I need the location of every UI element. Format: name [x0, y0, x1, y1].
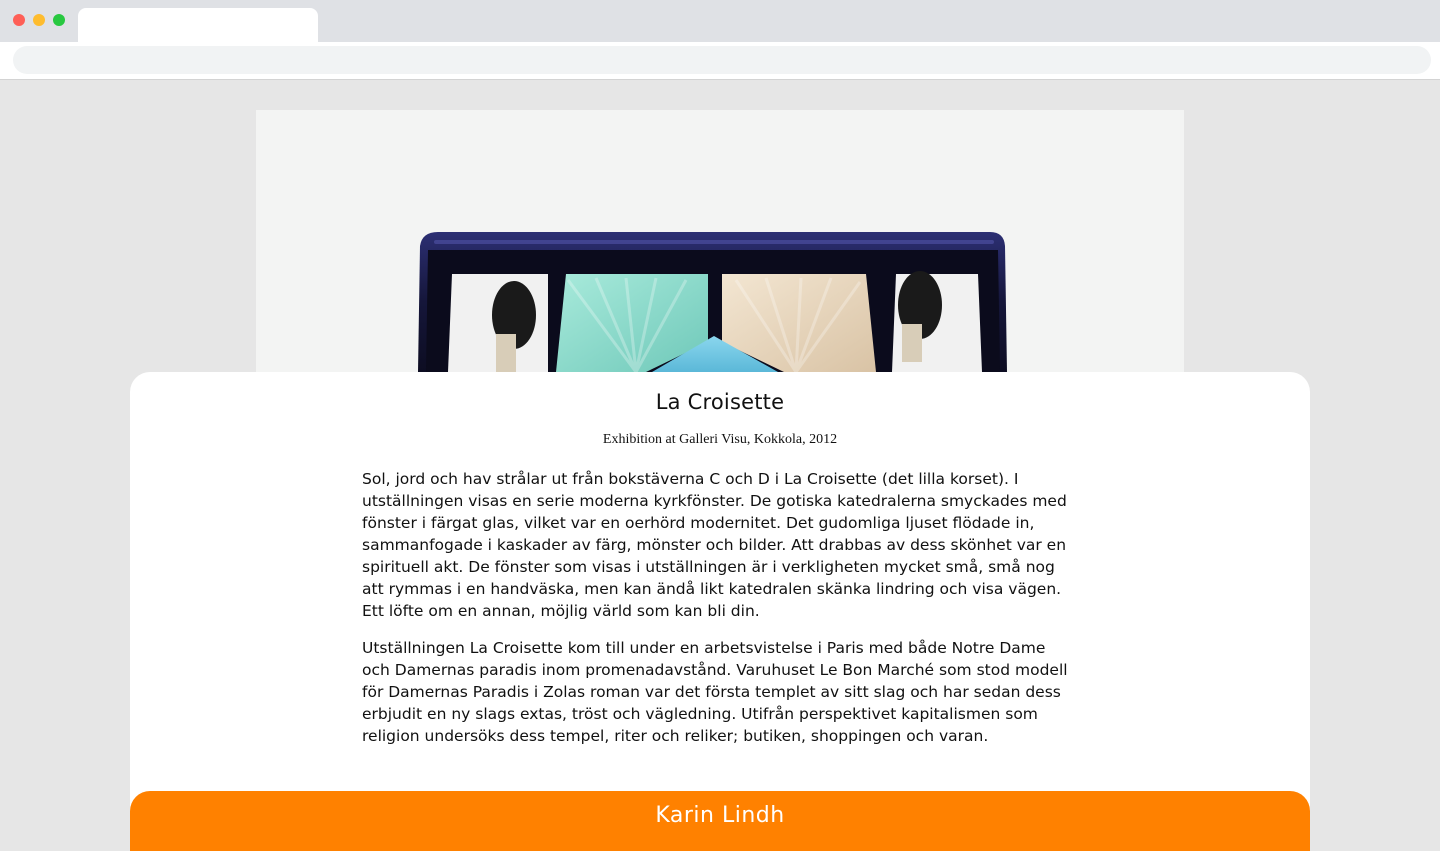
page-title: La Croisette: [655, 390, 785, 414]
artist-footer-bar[interactable]: Karin Lindh: [130, 791, 1310, 851]
content-card: La Croisette Exhibition at Galleri Visu,…: [130, 372, 1310, 842]
article-paragraph: Sol, jord och hav strålar ut från bokstä…: [362, 470, 1067, 620]
eyeshadow-palette-image: [418, 232, 1007, 372]
browser-tab[interactable]: [78, 8, 318, 42]
article-body: Sol, jord och hav strålar ut från bokstä…: [362, 468, 1078, 762]
article-paragraph: Utställningen La Croisette kom till unde…: [362, 639, 1068, 745]
hero-image: [256, 110, 1184, 372]
exhibition-subtitle: Exhibition at Galleri Visu, Kokkola, 201…: [602, 432, 838, 447]
window-minimize-button[interactable]: [33, 14, 45, 26]
window-maximize-button[interactable]: [53, 14, 65, 26]
window-close-button[interactable]: [13, 14, 25, 26]
address-bar[interactable]: [13, 46, 1431, 74]
browser-tab-bar: [0, 0, 1440, 42]
artist-name-link[interactable]: Karin Lindh: [130, 803, 1310, 828]
browser-toolbar: [0, 42, 1440, 80]
